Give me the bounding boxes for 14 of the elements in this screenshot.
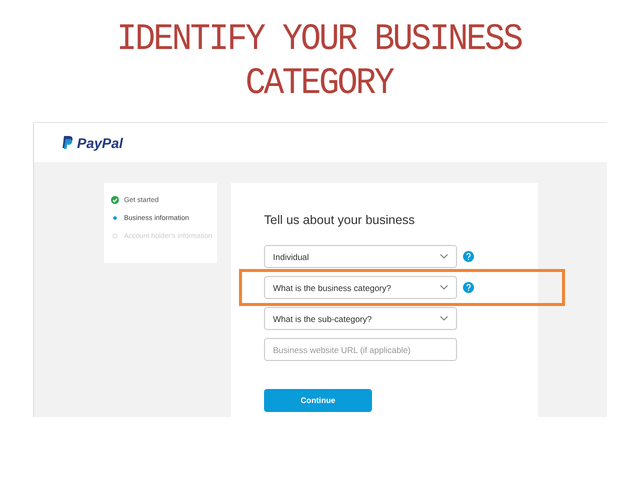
chevron-down-icon (440, 316, 448, 321)
help-icon[interactable] (463, 282, 474, 293)
dropdown[interactable]: What is the business category? (264, 276, 457, 299)
form-heading: Tell us about your business (264, 213, 416, 227)
logo-text: PayPal (77, 134, 123, 150)
help-icon[interactable] (463, 251, 474, 262)
dropdown[interactable]: What is the sub-category? (264, 307, 457, 330)
slide-title: CATEGORY (245, 62, 393, 107)
slide-title: IDENTIFY YOUR BUSINESS (116, 18, 522, 63)
chevron-down-icon (440, 285, 448, 290)
dropdown[interactable]: Individual (264, 245, 457, 268)
chevron-down-icon (440, 254, 448, 259)
input-field[interactable]: Business website URL (if applicable) (264, 338, 457, 361)
logo-icon (62, 136, 73, 149)
